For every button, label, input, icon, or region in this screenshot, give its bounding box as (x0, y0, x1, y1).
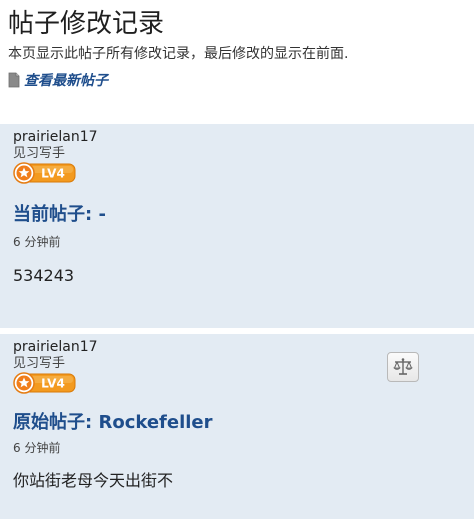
post-heading: 原始帖子: Rockefeller (13, 412, 213, 433)
original-post-card: prairielan17 见习写手 LV4 原始帖子: Rockefeller … (0, 334, 474, 519)
page-title: 帖子修改记录 (8, 9, 165, 39)
view-latest-post-link[interactable]: 查看最新帖子 (8, 70, 108, 90)
scales-icon (393, 358, 413, 375)
current-post-card: prairielan17 见习写手 LV4 当前帖子: - 6 分钟前 5342… (0, 124, 474, 328)
document-icon (8, 72, 20, 88)
username[interactable]: prairielan17 (13, 129, 98, 145)
post-time: 6 分钟前 (13, 235, 61, 249)
user-rank: 见习写手 (13, 146, 66, 161)
user-rank: 见习写手 (13, 356, 66, 371)
level-label: LV4 (41, 167, 65, 181)
post-heading: 当前帖子: - (13, 204, 106, 225)
post-body: 534243 (13, 266, 75, 285)
compare-versions-button[interactable] (387, 352, 419, 382)
post-body: 你站街老母今天出街不 (13, 471, 174, 490)
star-badge-icon: LV4 (13, 162, 76, 184)
post-history-page: 帖子修改记录 本页显示此帖子所有修改记录，最后修改的显示在前面. 查看最新帖子 … (0, 0, 474, 519)
post-time: 6 分钟前 (13, 441, 61, 455)
view-latest-post-label: 查看最新帖子 (24, 73, 108, 89)
username[interactable]: prairielan17 (13, 339, 98, 355)
star-badge-icon: LV4 (13, 372, 76, 394)
page-description: 本页显示此帖子所有修改记录，最后修改的显示在前面. (8, 46, 349, 62)
level-label: LV4 (41, 377, 65, 391)
